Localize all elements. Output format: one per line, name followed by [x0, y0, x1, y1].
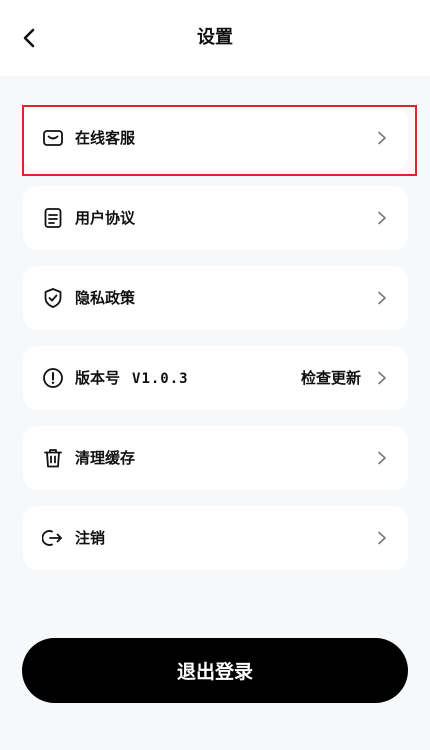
- menu-item-user-agreement[interactable]: 用户协议: [23, 186, 408, 250]
- menu-item-version[interactable]: 版本号 V1.0.3 检查更新: [23, 346, 408, 410]
- version-title: 版本号: [75, 369, 121, 387]
- chevron-right-icon: [374, 370, 390, 386]
- version-number: V1.0.3: [132, 371, 189, 387]
- menu-item-deregister[interactable]: 注销: [23, 506, 408, 570]
- chevron-right-icon: [374, 290, 390, 306]
- menu-item-label: 清理缓存: [75, 449, 136, 467]
- page-title: 设置: [197, 27, 233, 48]
- menu-item-label: 注销: [75, 529, 106, 547]
- logout-icon: [42, 527, 64, 549]
- menu-item-label: 隐私政策: [75, 289, 136, 307]
- header-bar: 设置: [0, 0, 430, 76]
- menu-item-privacy-policy[interactable]: 隐私政策: [23, 266, 408, 330]
- menu-item-label: 版本号 V1.0.3: [75, 346, 189, 411]
- chevron-right-icon: [374, 530, 390, 546]
- check-update-text: 检查更新: [300, 369, 361, 387]
- chevron-right-icon: [374, 210, 390, 226]
- shield-check-icon: [42, 287, 64, 309]
- menu-item-label: 用户协议: [75, 209, 136, 227]
- menu-item-label: 在线客服: [75, 129, 136, 147]
- info-icon: [42, 367, 64, 389]
- message-icon: [42, 127, 64, 149]
- chevron-right-icon: [374, 450, 390, 466]
- menu-item-clear-cache[interactable]: 清理缓存: [23, 426, 408, 490]
- document-icon: [42, 207, 64, 229]
- logout-button[interactable]: 退出登录: [22, 638, 408, 703]
- chevron-right-icon: [374, 130, 390, 146]
- trash-icon: [42, 447, 64, 469]
- menu-item-customer-service[interactable]: 在线客服: [23, 106, 408, 170]
